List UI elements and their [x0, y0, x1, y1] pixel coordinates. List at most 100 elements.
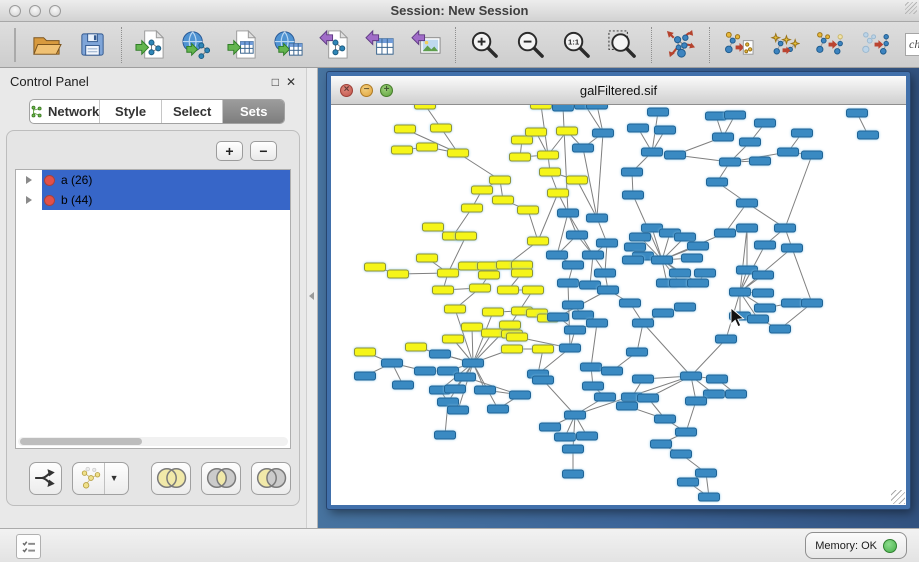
- graph-node[interactable]: [678, 478, 699, 486]
- graph-node[interactable]: [595, 393, 616, 401]
- graph-node[interactable]: [540, 423, 561, 431]
- graph-node[interactable]: [355, 372, 376, 380]
- control-panel-close-button[interactable]: ✕: [286, 76, 296, 88]
- memory-status-button[interactable]: Memory: OK: [805, 532, 907, 559]
- remove-set-button[interactable]: −: [250, 141, 277, 161]
- graph-node[interactable]: [510, 153, 531, 161]
- tab-style[interactable]: Style: [100, 100, 162, 123]
- zoom-actual-button[interactable]: 1:1: [559, 26, 594, 64]
- graph-node[interactable]: [435, 431, 456, 439]
- graph-node[interactable]: [563, 445, 584, 453]
- graph-node[interactable]: [628, 124, 649, 132]
- graph-node[interactable]: [577, 432, 598, 440]
- split-pane-divider[interactable]: [306, 68, 318, 528]
- graph-node[interactable]: [548, 189, 569, 197]
- graph-node[interactable]: [633, 375, 654, 383]
- graph-node[interactable]: [479, 271, 500, 279]
- graph-node[interactable]: [740, 138, 761, 146]
- window-resize-grip-icon[interactable]: [905, 2, 917, 14]
- graph-node[interactable]: [623, 256, 644, 264]
- graph-node[interactable]: [726, 390, 747, 398]
- expand-triangle-icon[interactable]: [26, 176, 32, 184]
- graph-node[interactable]: [625, 243, 646, 251]
- graph-node[interactable]: [623, 191, 644, 199]
- graph-node[interactable]: [583, 251, 604, 259]
- hide-selected-button[interactable]: [813, 26, 848, 64]
- graph-node[interactable]: [653, 309, 674, 317]
- graph-node[interactable]: [802, 151, 823, 159]
- graph-node[interactable]: [681, 372, 702, 380]
- graph-node[interactable]: [782, 244, 803, 252]
- graph-node[interactable]: [598, 286, 619, 294]
- graph-node[interactable]: [533, 345, 554, 353]
- control-panel-float-button[interactable]: □: [272, 76, 279, 88]
- graph-node[interactable]: [755, 241, 776, 249]
- zoom-out-button[interactable]: [513, 26, 548, 64]
- scrollbar-thumb[interactable]: [20, 438, 142, 445]
- graph-node[interactable]: [531, 105, 552, 109]
- graph-node[interactable]: [415, 105, 436, 109]
- graph-node[interactable]: [540, 168, 561, 176]
- graph-node[interactable]: [459, 262, 480, 270]
- graph-node[interactable]: [462, 323, 483, 331]
- difference-button[interactable]: [251, 462, 291, 495]
- graph-node[interactable]: [565, 326, 586, 334]
- graph-node[interactable]: [633, 319, 654, 327]
- graph-node[interactable]: [725, 111, 746, 119]
- graph-node[interactable]: [445, 305, 466, 313]
- tab-network[interactable]: Network: [30, 100, 100, 123]
- graph-node[interactable]: [670, 269, 691, 277]
- show-all-button[interactable]: [859, 26, 894, 64]
- graph-node[interactable]: [472, 186, 493, 194]
- intersection-button[interactable]: [201, 462, 241, 495]
- tab-sets[interactable]: Sets: [223, 100, 284, 123]
- graph-node[interactable]: [493, 196, 514, 204]
- import-network-file-button[interactable]: [133, 26, 168, 64]
- graph-node[interactable]: [688, 242, 709, 250]
- graph-node[interactable]: [475, 386, 496, 394]
- graph-node[interactable]: [500, 321, 521, 329]
- graph-node[interactable]: [581, 363, 602, 371]
- graph-node[interactable]: [688, 279, 709, 287]
- frame-resize-grip-icon[interactable]: [891, 490, 905, 504]
- graph-node[interactable]: [737, 224, 758, 232]
- graph-node[interactable]: [555, 433, 576, 441]
- graph-node[interactable]: [587, 105, 608, 109]
- graph-node[interactable]: [595, 269, 616, 277]
- split-set-button[interactable]: [29, 462, 62, 495]
- graph-node[interactable]: [573, 311, 594, 319]
- graph-node[interactable]: [696, 469, 717, 477]
- import-network-url-button[interactable]: [179, 26, 214, 64]
- graph-node[interactable]: [565, 411, 586, 419]
- graph-node[interactable]: [392, 146, 413, 154]
- graph-node[interactable]: [557, 127, 578, 135]
- graph-node[interactable]: [755, 119, 776, 127]
- collapse-handle-icon[interactable]: [309, 292, 314, 300]
- import-table-url-button[interactable]: [271, 26, 306, 64]
- graph-node[interactable]: [573, 144, 594, 152]
- graph-node[interactable]: [655, 126, 676, 134]
- network-graph[interactable]: [331, 105, 906, 505]
- graph-node[interactable]: [423, 223, 444, 231]
- graph-node[interactable]: [587, 214, 608, 222]
- graph-node[interactable]: [630, 233, 651, 241]
- graph-node[interactable]: [847, 109, 868, 117]
- graph-node[interactable]: [770, 325, 791, 333]
- graph-node[interactable]: [406, 343, 427, 351]
- graph-node[interactable]: [512, 136, 533, 144]
- graph-node[interactable]: [587, 319, 608, 327]
- graph-node[interactable]: [526, 128, 547, 136]
- graph-node[interactable]: [567, 231, 588, 239]
- graph-node[interactable]: [483, 308, 504, 316]
- graph-node[interactable]: [707, 375, 728, 383]
- select-first-neighbors-button[interactable]: [767, 26, 802, 64]
- dropdown-caret-icon[interactable]: ▼: [104, 463, 124, 494]
- graph-node[interactable]: [858, 131, 879, 139]
- zoom-in-button[interactable]: [467, 26, 502, 64]
- graph-node[interactable]: [563, 301, 584, 309]
- graph-node[interactable]: [620, 299, 641, 307]
- graph-node[interactable]: [507, 333, 528, 341]
- graph-node[interactable]: [583, 382, 604, 390]
- save-session-button[interactable]: [75, 26, 110, 64]
- graph-node[interactable]: [642, 148, 663, 156]
